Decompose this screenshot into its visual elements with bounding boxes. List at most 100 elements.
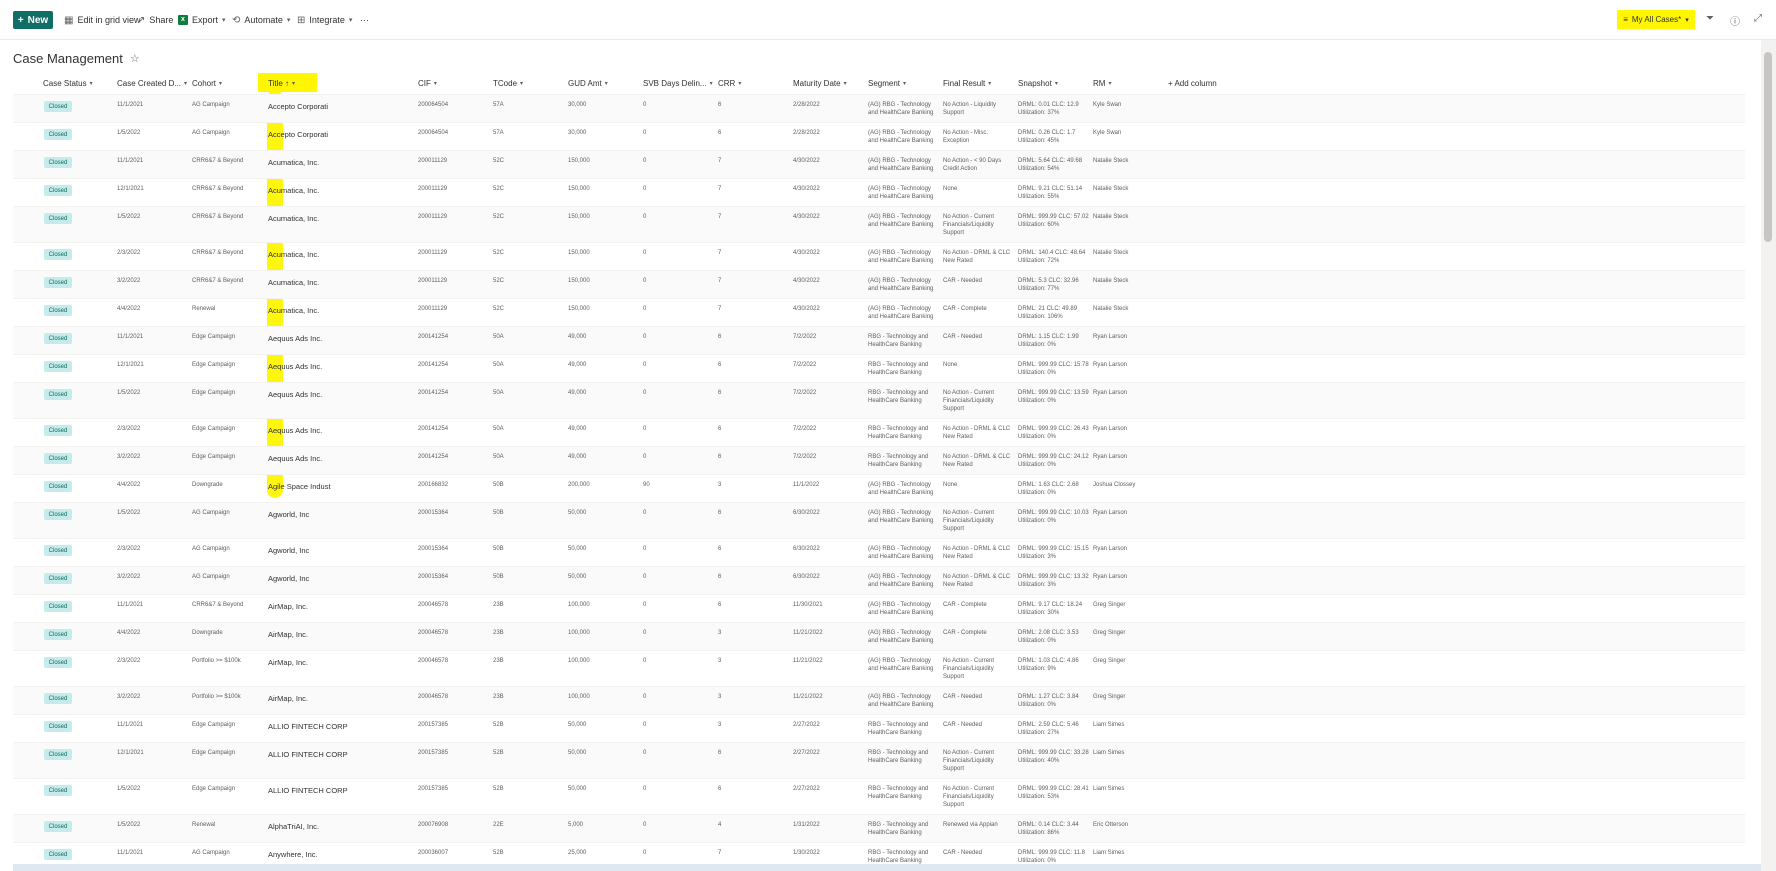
horizontal-scrollbar[interactable] <box>13 864 1761 871</box>
more-button[interactable]: ··· <box>360 13 369 27</box>
table-row[interactable]: Closed 2/3/2022 Portfolio >= $100k AirMap, … <box>13 650 1745 686</box>
table-row[interactable]: Closed 1/5/2022 CRR6&7 & Beyond Acumatica, … <box>13 206 1745 242</box>
table-row[interactable]: Closed 2/3/2022 AG Campaign Agworld, Inc 200… <box>13 538 1745 566</box>
cell-tcode: 23B <box>493 602 504 608</box>
column-case-status[interactable]: Case Status ▾ <box>43 79 93 88</box>
cell-title[interactable]: Acumatica, Inc. <box>268 215 413 223</box>
view-selector[interactable]: ≡ My All Cases* ▾ <box>1617 10 1695 29</box>
column-crr[interactable]: CRR ▾ <box>718 79 741 88</box>
cell-days: 0 <box>643 362 647 368</box>
table-row[interactable]: Closed 2/3/2022 CRR6&7 & Beyond Acumatica, … <box>13 242 1745 270</box>
cell-tcode: 50B <box>493 546 504 552</box>
cell-cif: 200141254 <box>418 334 449 340</box>
cell-title[interactable]: AlphaTriAI, Inc. <box>268 823 413 831</box>
column-gud-amt[interactable]: GUD Amt ▾ <box>568 79 608 88</box>
table-row[interactable]: Closed 1/5/2022 AG Campaign Agworld, Inc 200… <box>13 502 1745 538</box>
cell-title[interactable]: ALLIO FINTECH CORP <box>268 751 413 759</box>
cell-title[interactable]: Agworld, Inc <box>268 511 413 519</box>
cell-title[interactable]: Agworld, Inc <box>268 575 413 583</box>
filter-icon[interactable]: ⏷ <box>1706 13 1714 24</box>
cell-title[interactable]: Agworld, Inc <box>268 547 413 555</box>
page-title: Case Management ☆ <box>13 51 140 66</box>
cell-title[interactable]: Acumatica, Inc. <box>268 159 413 167</box>
table-row[interactable]: Closed 1/5/2022 Renewal AlphaTriAI, Inc. 200… <box>13 814 1745 842</box>
table-row[interactable]: Closed 11/1/2021 AG Campaign Accepto Corpor… <box>13 94 1745 122</box>
cell-title[interactable]: Anywhere, Inc. <box>268 851 413 859</box>
table-row[interactable]: Closed 11/1/2021 CRR6&7 & Beyond Acumatica,… <box>13 150 1745 178</box>
column-final-result[interactable]: Final Result ▾ <box>943 79 991 88</box>
column-rm[interactable]: RM ▾ <box>1093 79 1111 88</box>
table-row[interactable]: Closed 11/1/2021 Edge Campaign Aequus Ads I… <box>13 326 1745 354</box>
table-row[interactable]: Closed 3/2/2022 Portfolio >= $100k AirMap, … <box>13 686 1745 714</box>
cell-days: 0 <box>643 334 647 340</box>
cell-cif: 200015364 <box>418 546 449 552</box>
table-row[interactable]: Closed 12/1/2021 Edge Campaign ALLIO FINTEC… <box>13 742 1745 778</box>
table-row[interactable]: Closed 11/1/2021 CRR6&7 & Beyond AirMap, In… <box>13 594 1745 622</box>
status-badge: Closed <box>44 213 72 224</box>
cell-segment: (AG) RBG - Technology and HealthCare Ban… <box>868 510 934 524</box>
column-snapshot[interactable]: Snapshot ▾ <box>1018 79 1058 88</box>
cell-title[interactable]: AirMap, Inc. <box>268 659 413 667</box>
cell-title[interactable]: Aequus Ads Inc. <box>268 335 413 343</box>
table-row[interactable]: Closed 3/2/2022 AG Campaign Agworld, Inc 200… <box>13 566 1745 594</box>
column-maturity-date[interactable]: Maturity Date ▾ <box>793 79 847 88</box>
grid-icon: ▦ <box>64 14 74 26</box>
column-segment[interactable]: Segment ▾ <box>868 79 906 88</box>
new-button[interactable]: + New <box>13 11 53 29</box>
automate-button[interactable]: ⟲ Automate ▾ <box>232 13 290 27</box>
cell-tcode: 50A <box>493 390 504 396</box>
info-icon[interactable]: ⓘ <box>1730 13 1740 28</box>
column-title[interactable]: Title ↑ ▾ <box>268 79 295 88</box>
cell-title[interactable]: ALLIO FINTECH CORP <box>268 723 413 731</box>
column-case-created[interactable]: Case Created D... ▾ <box>117 79 187 88</box>
star-icon[interactable]: ☆ <box>130 52 140 65</box>
cell-title[interactable]: AirMap, Inc. <box>268 695 413 703</box>
cell-rm: Kyle Swan <box>1093 130 1122 136</box>
scrollbar-thumb[interactable] <box>1764 52 1772 242</box>
cell-title[interactable]: Acumatica, Inc. <box>268 279 413 287</box>
add-column-button[interactable]: + Add column <box>1168 79 1217 88</box>
table-row[interactable]: Closed 3/2/2022 Edge Campaign Aequus Ads In… <box>13 446 1745 474</box>
export-button[interactable]: x Export ▾ <box>178 13 226 27</box>
cell-title[interactable]: Aequus Ads Inc. <box>268 427 413 435</box>
cell-gud: 100,000 <box>568 658 590 664</box>
table-row[interactable]: Closed 4/4/2022 Renewal Acumatica, Inc. 2000… <box>13 298 1745 326</box>
page-title-text: Case Management <box>13 51 123 66</box>
cell-title[interactable]: AirMap, Inc. <box>268 603 413 611</box>
column-tcode[interactable]: TCode ▾ <box>493 79 523 88</box>
cell-title[interactable]: Aequus Ads Inc. <box>268 363 413 371</box>
table-row[interactable]: Closed 3/2/2022 CRR6&7 & Beyond Acumatica, … <box>13 270 1745 298</box>
expand-icon[interactable]: ⤢ <box>1754 13 1762 24</box>
table-row[interactable]: Closed 11/1/2021 Edge Campaign ALLIO FINTEC… <box>13 714 1745 742</box>
cell-title[interactable]: Accepto Corporati <box>268 103 413 111</box>
column-cif[interactable]: CIF ▾ <box>418 79 437 88</box>
cell-title[interactable]: ALLIO FINTECH CORP <box>268 787 413 795</box>
table-row[interactable]: Closed 1/5/2022 AG Campaign Accepto Corpora… <box>13 122 1745 150</box>
column-svb-days[interactable]: SVB Days Delin... ▾ <box>643 79 713 88</box>
cell-title[interactable]: Aequus Ads Inc. <box>268 455 413 463</box>
cell-title[interactable]: AirMap, Inc. <box>268 631 413 639</box>
cell-snapshot: DRML: 5.3 CLC: 32.96 Utilization: 77% <box>1018 278 1079 292</box>
column-cohort[interactable]: Cohort ▾ <box>192 79 222 88</box>
cell-title[interactable]: Acumatica, Inc. <box>268 251 413 259</box>
cell-title[interactable]: Acumatica, Inc. <box>268 307 413 315</box>
integrate-button[interactable]: ⊞ Integrate ▾ <box>297 13 352 27</box>
excel-icon: x <box>178 15 188 25</box>
cell-days: 0 <box>643 306 647 312</box>
table-row[interactable]: Closed 1/5/2022 Edge Campaign ALLIO FINTECH… <box>13 778 1745 814</box>
table-row[interactable]: Closed 4/4/2022 Downgrade AirMap, Inc. 20004… <box>13 622 1745 650</box>
edit-grid-button[interactable]: ▦ Edit in grid view <box>64 13 140 27</box>
cell-title[interactable]: Accepto Corporati <box>268 131 413 139</box>
cell-created: 11/1/2021 <box>117 850 144 856</box>
cell-title[interactable]: Aequus Ads Inc. <box>268 391 413 399</box>
cell-title[interactable]: Agile Space Indust <box>268 483 413 491</box>
share-button[interactable]: ↗ Share <box>137 13 173 27</box>
cell-title[interactable]: Acumatica, Inc. <box>268 187 413 195</box>
table-row[interactable]: Closed 4/4/2022 Downgrade Agile Space Indus… <box>13 474 1745 502</box>
cell-rm: Greg Singer <box>1093 694 1126 700</box>
table-row[interactable]: Closed 1/5/2022 Edge Campaign Aequus Ads In… <box>13 382 1745 418</box>
table-row[interactable]: Closed 2/3/2022 Edge Campaign Aequus Ads In… <box>13 418 1745 446</box>
table-row[interactable]: Closed 12/1/2021 CRR6&7 & Beyond Acumatica,… <box>13 178 1745 206</box>
cell-days: 0 <box>643 158 647 164</box>
table-row[interactable]: Closed 12/1/2021 Edge Campaign Aequus Ads I… <box>13 354 1745 382</box>
